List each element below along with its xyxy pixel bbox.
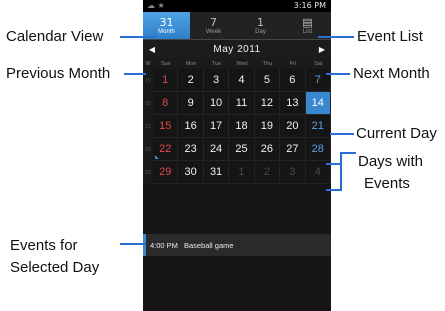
- leader-line: [120, 36, 156, 38]
- callout-previous-month: Previous Month: [6, 65, 111, 82]
- selected-day-label: 22: [159, 143, 172, 155]
- day-cell[interactable]: 13: [280, 92, 306, 115]
- leader-line: [124, 73, 146, 75]
- day-cell[interactable]: 16: [178, 115, 204, 138]
- event-time: 4:00 PM: [150, 240, 178, 250]
- tab-list-label: List: [302, 28, 313, 35]
- day-cell-next-month[interactable]: 2: [254, 161, 281, 184]
- day-cell[interactable]: 27: [280, 138, 306, 161]
- month-grid: 19 1 2 3 4 5 6 7 20 8 9 10 11 12 13 14 2…: [143, 69, 331, 184]
- day-cell[interactable]: 4: [229, 69, 255, 92]
- day-cell[interactable]: 24: [203, 138, 230, 161]
- previous-month-arrow-icon[interactable]: ◀: [147, 45, 157, 54]
- tab-week-label: Week: [205, 28, 222, 35]
- weekday-header: Wed: [236, 60, 248, 67]
- leader-line: [326, 73, 350, 75]
- callout-events-selected-day-line2: Selected Day: [10, 259, 100, 276]
- callout-days-with-events-line2: Events: [364, 175, 410, 192]
- status-bar: ☁ ★ 3:16 PM: [143, 0, 331, 12]
- leader-line: [330, 133, 354, 135]
- leader-line: [120, 243, 146, 245]
- day-cell[interactable]: 18: [229, 115, 255, 138]
- day-cell[interactable]: 6: [280, 69, 306, 92]
- day-cell[interactable]: 29: [153, 161, 179, 184]
- current-day-cell[interactable]: 14: [305, 92, 331, 115]
- day-cell-with-event[interactable]: 21: [305, 115, 331, 138]
- day-calendar-icon: 1: [257, 15, 264, 29]
- callout-calendar-view: Calendar View: [6, 28, 104, 45]
- day-cell[interactable]: 23: [178, 138, 204, 161]
- tab-month-label: Month: [158, 28, 175, 35]
- event-marker-icon: [155, 155, 159, 159]
- selected-day-cell[interactable]: 22: [153, 138, 179, 161]
- day-cell[interactable]: 11: [229, 92, 255, 115]
- day-cell[interactable]: 19: [254, 115, 281, 138]
- weekday-header: Sat: [314, 60, 323, 67]
- leader-line: [326, 189, 342, 191]
- callout-next-month: Next Month: [353, 65, 430, 82]
- month-title: May 2011: [213, 43, 261, 55]
- day-cell-next-month[interactable]: 3: [280, 161, 306, 184]
- day-cell[interactable]: 15: [153, 115, 179, 138]
- callout-current-day: Current Day: [356, 125, 437, 142]
- list-icon: ▤: [302, 15, 313, 29]
- day-cell[interactable]: 25: [229, 138, 255, 161]
- day-cell-next-month[interactable]: 1: [229, 161, 255, 184]
- day-cell[interactable]: 2: [178, 69, 204, 92]
- day-cell[interactable]: 20: [280, 115, 306, 138]
- week-number: 23: [143, 161, 153, 184]
- day-cell[interactable]: 31: [203, 161, 230, 184]
- month-navigation-bar: ◀ May 2011 ▶: [143, 40, 331, 58]
- next-month-arrow-icon[interactable]: ▶: [317, 45, 327, 54]
- day-cell-with-event[interactable]: 28: [305, 138, 331, 161]
- leader-line: [340, 152, 342, 190]
- day-cell[interactable]: 17: [203, 115, 230, 138]
- selected-day-event-item[interactable]: 4:00 PM Baseball game: [143, 234, 331, 256]
- tab-day-label: Day: [255, 28, 266, 35]
- day-cell[interactable]: 1: [153, 69, 179, 92]
- day-cell[interactable]: 9: [178, 92, 204, 115]
- day-cell[interactable]: 5: [254, 69, 281, 92]
- status-notification-icons: ☁ ★: [147, 1, 165, 10]
- tab-list[interactable]: ▤ List: [284, 12, 331, 39]
- week-calendar-icon: 7: [210, 15, 217, 29]
- month-calendar-icon: 31: [159, 15, 174, 29]
- week-number-header: W: [145, 60, 151, 67]
- callout-events-selected-day-line1: Events for: [10, 237, 78, 254]
- event-title: Baseball game: [183, 240, 234, 250]
- weekday-header: Fri: [289, 60, 297, 67]
- callout-event-list: Event List: [357, 28, 423, 45]
- callout-days-with-events-line1: Days with: [358, 153, 424, 170]
- calendar-view-tabs: 31 Month 7 Week 1 Day ▤ List: [143, 12, 331, 40]
- day-cell[interactable]: 10: [203, 92, 230, 115]
- day-cell[interactable]: 26: [254, 138, 281, 161]
- week-number: 22: [143, 138, 153, 161]
- week-number: 20: [143, 92, 153, 115]
- day-cell[interactable]: 3: [203, 69, 230, 92]
- weekday-header: Thu: [262, 60, 273, 67]
- tab-month[interactable]: 31 Month: [143, 12, 190, 39]
- tab-day[interactable]: 1 Day: [237, 12, 284, 39]
- leader-line: [340, 152, 356, 154]
- tab-week[interactable]: 7 Week: [190, 12, 237, 39]
- day-cell[interactable]: 12: [254, 92, 281, 115]
- leader-line: [318, 36, 354, 38]
- status-time: 3:16 PM: [293, 1, 326, 10]
- weekday-header-row: W Sun Mon Tue Wed Thu Fri Sat: [143, 58, 331, 69]
- week-number: 21: [143, 115, 153, 138]
- weekday-header: Mon: [185, 60, 197, 67]
- leader-line: [326, 163, 342, 165]
- day-cell[interactable]: 8: [153, 92, 179, 115]
- phone-screen: ☁ ★ 3:16 PM 31 Month 7 Week 1 Day ▤ List…: [143, 0, 331, 311]
- day-cell[interactable]: 30: [178, 161, 204, 184]
- weekday-header: Tue: [211, 60, 222, 67]
- weekday-header: Sun: [160, 60, 171, 67]
